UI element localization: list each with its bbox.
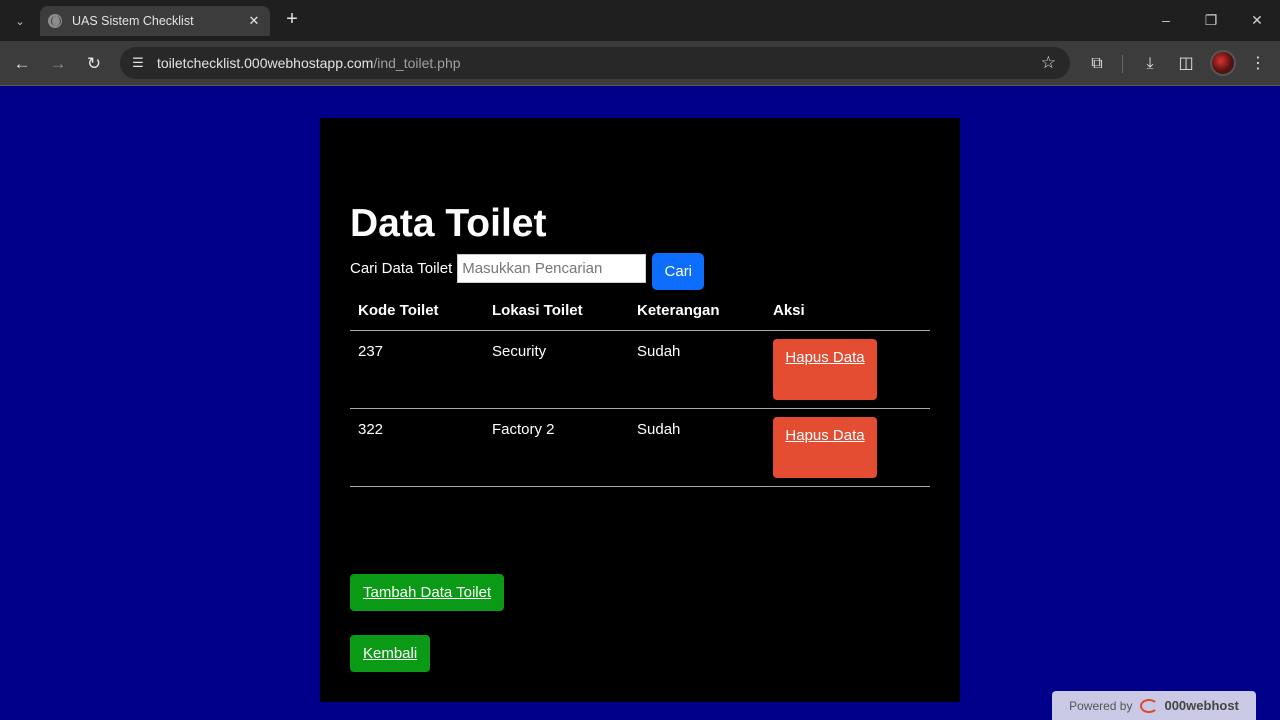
forward-arrow-icon[interactable]: →	[45, 51, 71, 77]
tab-title: UAS Sistem Checklist	[72, 14, 194, 28]
close-window-icon[interactable]: ✕	[1242, 8, 1272, 32]
search-input[interactable]	[457, 253, 647, 283]
browser-tab[interactable]: UAS Sistem Checklist ✕	[40, 6, 270, 36]
url-path: /ind_toilet.php	[373, 55, 461, 71]
powered-by-brand: 000webhost	[1164, 698, 1239, 713]
address-bar[interactable]: ☰ toiletchecklist.000webhostapp.com/ind_…	[120, 47, 1070, 79]
url-text[interactable]: toiletchecklist.000webhostapp.com/ind_to…	[157, 55, 461, 71]
header-keterangan: Keterangan	[629, 292, 765, 331]
header-lokasi-toilet: Lokasi Toilet	[484, 292, 629, 331]
webhost-logo-icon	[1140, 698, 1159, 713]
table-header-row: Kode Toilet Lokasi Toilet Keterangan Aks…	[350, 292, 930, 331]
download-icon[interactable]: ⤓	[1138, 52, 1162, 76]
powered-by-label: Powered by	[1069, 698, 1133, 713]
toolbar-divider	[1122, 55, 1123, 73]
globe-icon	[48, 14, 62, 28]
header-aksi: Aksi	[765, 292, 930, 331]
search-form: Cari Data Toilet Cari	[350, 252, 705, 290]
bookmark-star-icon[interactable]: ☆	[1041, 52, 1056, 74]
browser-toolbar: ← → ↻ ☰ toiletchecklist.000webhostapp.co…	[0, 41, 1280, 86]
menu-kebab-icon[interactable]: ⋮	[1246, 52, 1270, 76]
side-panel-icon[interactable]: ◫	[1174, 52, 1198, 76]
header-kode-toilet: Kode Toilet	[350, 292, 484, 331]
tab-strip: ⌄ UAS Sistem Checklist ✕ + – ❐ ✕	[0, 0, 1280, 41]
content-card: Data Toilet Cari Data Toilet Cari Kode T…	[320, 118, 960, 702]
tab-search-chevron-icon[interactable]: ⌄	[8, 10, 32, 32]
hapus-data-button[interactable]: Hapus Data	[773, 338, 877, 400]
kembali-button[interactable]: Kembali	[350, 635, 431, 672]
cell-aksi: Hapus Data	[765, 408, 930, 487]
close-tab-icon[interactable]: ✕	[246, 13, 262, 29]
back-arrow-icon[interactable]: ←	[9, 51, 35, 77]
profile-avatar[interactable]	[1210, 50, 1236, 76]
restore-icon[interactable]: ❐	[1196, 8, 1226, 32]
hapus-data-button[interactable]: Hapus Data	[773, 416, 877, 478]
tambah-data-toilet-button[interactable]: Tambah Data Toilet	[350, 574, 505, 611]
cell-lokasi: Factory 2	[484, 408, 629, 487]
cell-keterangan: Sudah	[629, 408, 765, 487]
url-host: toiletchecklist.000webhostapp.com	[157, 55, 374, 71]
cell-aksi: Hapus Data	[765, 330, 930, 409]
search-label: Cari Data Toilet	[350, 259, 453, 277]
toilet-table: Kode Toilet Lokasi Toilet Keterangan Aks…	[350, 292, 930, 487]
page-title: Data Toilet	[350, 202, 547, 245]
extensions-icon[interactable]: ⧉	[1085, 52, 1109, 76]
cell-keterangan: Sudah	[629, 330, 765, 409]
site-info-icon[interactable]: ☰	[129, 54, 147, 72]
cell-lokasi: Security	[484, 330, 629, 409]
cell-kode: 237	[350, 330, 484, 409]
minimize-icon[interactable]: –	[1151, 8, 1181, 32]
new-tab-icon[interactable]: +	[281, 9, 303, 31]
table-row: 237 Security Sudah Hapus Data	[350, 330, 930, 409]
powered-by-badge[interactable]: Powered by 000webhost	[1052, 691, 1256, 720]
search-button[interactable]: Cari	[652, 252, 705, 290]
cell-kode: 322	[350, 408, 484, 487]
table-row: 322 Factory 2 Sudah Hapus Data	[350, 408, 930, 487]
reload-icon[interactable]: ↻	[81, 51, 107, 77]
